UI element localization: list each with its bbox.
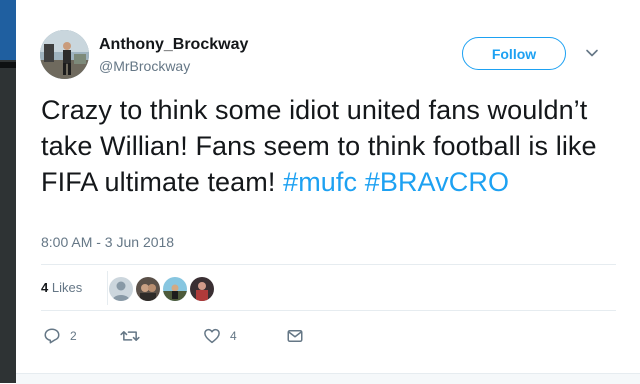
liker-avatar-image — [163, 277, 187, 301]
like-button[interactable]: 4 — [203, 326, 237, 346]
reply-count: 2 — [70, 329, 77, 343]
liker-avatar[interactable] — [135, 276, 161, 302]
author-name[interactable]: Anthony_Brockway — [99, 36, 248, 54]
card-footer — [16, 373, 640, 384]
default-avatar-icon — [109, 277, 133, 301]
reply-button[interactable]: 2 — [43, 326, 77, 346]
hashtag-mufc[interactable]: #mufc — [283, 167, 357, 197]
divider-top — [41, 264, 616, 265]
follow-button[interactable]: Follow — [462, 37, 566, 70]
likes-count[interactable]: 4 Likes — [41, 280, 82, 295]
liker-avatar-image — [136, 277, 160, 301]
background-strip — [0, 0, 16, 383]
retweet-button[interactable] — [120, 326, 149, 346]
author-avatar[interactable] — [40, 30, 89, 79]
background-strip-gap — [0, 62, 16, 68]
liker-avatar[interactable] — [108, 276, 134, 302]
tweet-text-space — [357, 167, 365, 197]
tweet-card: Anthony_Brockway @MrBrockway Follow Craz… — [16, 0, 640, 384]
dm-icon — [287, 330, 303, 342]
chevron-down-icon[interactable] — [585, 46, 599, 60]
likes-number: 4 — [41, 280, 49, 295]
like-icon — [204, 328, 220, 344]
tweet-timestamp[interactable]: 8:00 AM - 3 Jun 2018 — [41, 234, 174, 250]
direct-message-button[interactable] — [286, 326, 304, 346]
liker-avatar[interactable] — [189, 276, 215, 302]
likes-word: Likes — [51, 280, 83, 295]
hashtag-bravcro[interactable]: #BRAvCRO — [365, 167, 509, 197]
background-strip-top — [0, 0, 16, 60]
author-handle[interactable]: @MrBrockway — [99, 58, 190, 74]
avatar-image — [40, 30, 89, 79]
reply-icon — [44, 328, 60, 344]
divider-bottom — [41, 310, 616, 311]
tweet-text: Crazy to think some idiot united fans wo… — [41, 92, 601, 200]
liker-avatar[interactable] — [162, 276, 188, 302]
retweet-icon — [120, 331, 140, 341]
liker-avatar-image — [190, 277, 214, 301]
like-count: 4 — [230, 329, 237, 343]
